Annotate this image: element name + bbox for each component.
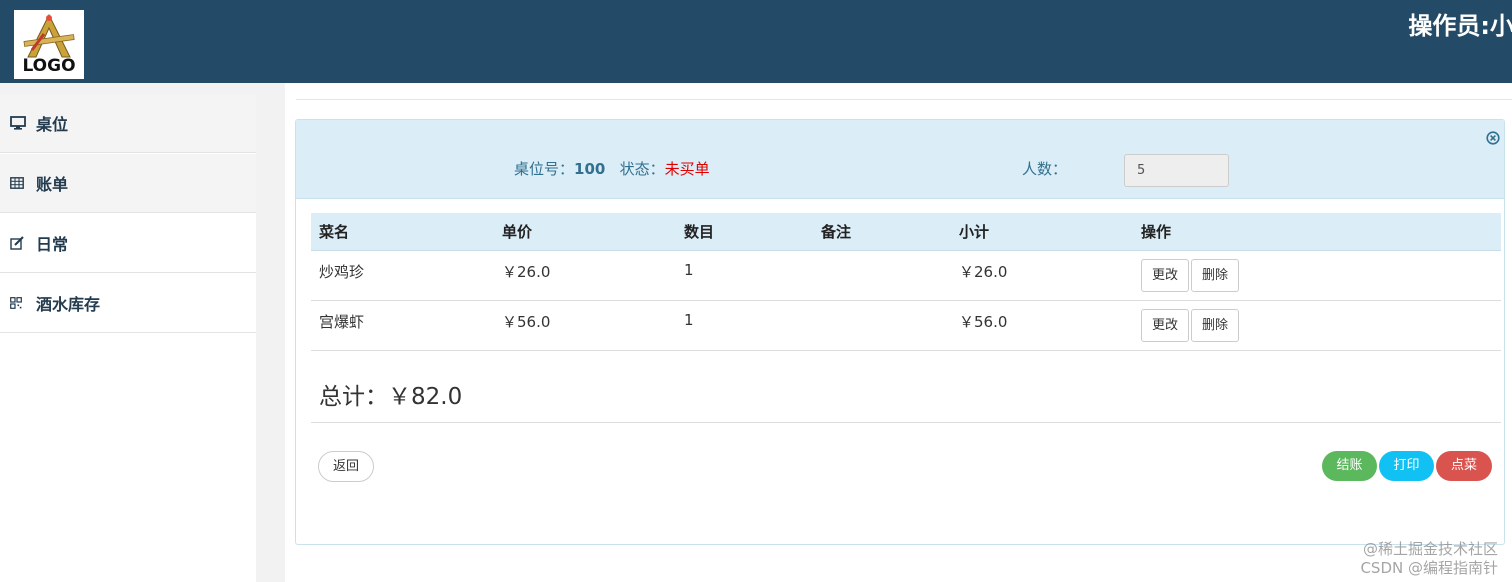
panel-header: 桌位号：100 状态：未买单 人数： — [296, 120, 1504, 199]
dish-subtotal: ￥56.0 — [951, 300, 1133, 351]
sidebar-item-bills[interactable]: 账单 — [0, 154, 256, 213]
row-actions: 更改 删除 — [1133, 250, 1501, 301]
sidebar-item-label: 桌位 — [36, 115, 69, 134]
delete-button[interactable]: 删除 — [1191, 258, 1240, 292]
delete-button[interactable]: 删除 — [1191, 308, 1240, 342]
back-button[interactable]: 返回 — [318, 451, 375, 482]
column-header: 菜名 — [311, 213, 494, 251]
people-count-input[interactable] — [1124, 154, 1229, 187]
table-number-label: 桌位号： — [514, 160, 575, 178]
operator-name: 操作员:小 — [1408, 12, 1512, 40]
dish-name: 宫爆虾 — [311, 300, 494, 351]
status-value: 未买单 — [664, 160, 710, 178]
dish-subtotal: ￥26.0 — [951, 250, 1133, 301]
watermark: @稀土掘金技术社区 CSDN @编程指南针 — [1360, 540, 1498, 578]
people-count-label: 人数： — [1022, 160, 1068, 178]
logo[interactable]: LOGO — [14, 10, 84, 79]
sidebar: 桌位 账单 日常 酒水库存 — [0, 83, 285, 582]
column-header: 小计 — [951, 213, 1133, 251]
edit-button[interactable]: 更改 — [1141, 258, 1190, 292]
watermark-line: CSDN @编程指南针 — [1360, 559, 1498, 577]
column-header: 单价 — [494, 213, 676, 251]
order-total: 总计：￥82.0 — [319, 377, 462, 411]
order-dish-button[interactable]: 点菜 — [1436, 451, 1492, 481]
edit-button[interactable]: 更改 — [1141, 308, 1190, 342]
dish-qty: 1 — [676, 300, 813, 351]
monitor-icon — [10, 116, 32, 130]
table-row: 炒鸡珍 ￥26.0 1 ￥26.0 更改 删除 — [311, 250, 1501, 301]
dish-note — [813, 250, 951, 301]
logo-compass-icon — [23, 13, 75, 58]
checkout-button[interactable]: 结账 — [1322, 451, 1377, 481]
column-header: 数目 — [676, 213, 813, 251]
qrcode-icon — [10, 297, 32, 309]
total-divider — [311, 422, 1501, 423]
sidebar-item-daily[interactable]: 日常 — [0, 214, 256, 273]
status-label: 状态： — [619, 160, 665, 178]
order-table: 菜名 单价 数目 备注 小计 操作 炒鸡珍 ￥26.0 1 ￥26.0 更改 删除… — [311, 213, 1501, 351]
watermark-line: @稀土掘金技术社区 — [1362, 540, 1498, 558]
table-number: 100 — [574, 160, 606, 178]
dish-name: 炒鸡珍 — [311, 250, 494, 301]
dish-price: ￥56.0 — [494, 300, 676, 351]
column-header: 备注 — [813, 213, 951, 251]
table-grid-icon — [10, 177, 32, 189]
content-divider — [296, 99, 1512, 100]
print-button[interactable]: 打印 — [1379, 451, 1434, 481]
table-info: 桌位号：100 状态：未买单 — [514, 158, 710, 179]
dish-qty: 1 — [676, 250, 813, 301]
edit-icon — [10, 236, 32, 250]
sidebar-item-label: 酒水库存 — [36, 295, 101, 314]
dish-price: ￥26.0 — [494, 250, 676, 301]
table-row: 宫爆虾 ￥56.0 1 ￥56.0 更改 删除 — [311, 300, 1501, 351]
total-label: 总计： — [319, 384, 388, 410]
top-header: LOGO 操作员:小 — [0, 0, 1512, 83]
logo-text: LOGO — [22, 56, 76, 76]
column-header: 操作 — [1133, 213, 1501, 251]
sidebar-item-inventory[interactable]: 酒水库存 — [0, 274, 256, 333]
sidebar-item-label: 账单 — [36, 175, 69, 194]
row-actions: 更改 删除 — [1133, 300, 1501, 351]
sidebar-item-tables[interactable]: 桌位 — [0, 94, 256, 153]
sidebar-item-label: 日常 — [36, 235, 69, 254]
order-panel: 桌位号：100 状态：未买单 人数： 菜名 单价 数目 备注 小计 操作 炒鸡珍… — [295, 119, 1505, 545]
table-header-row: 菜名 单价 数目 备注 小计 操作 — [311, 213, 1501, 251]
dish-note — [813, 300, 951, 351]
sidebar-menu: 桌位 账单 日常 酒水库存 — [0, 94, 256, 582]
total-value: ￥82.0 — [388, 384, 463, 410]
close-icon[interactable] — [1486, 130, 1500, 145]
